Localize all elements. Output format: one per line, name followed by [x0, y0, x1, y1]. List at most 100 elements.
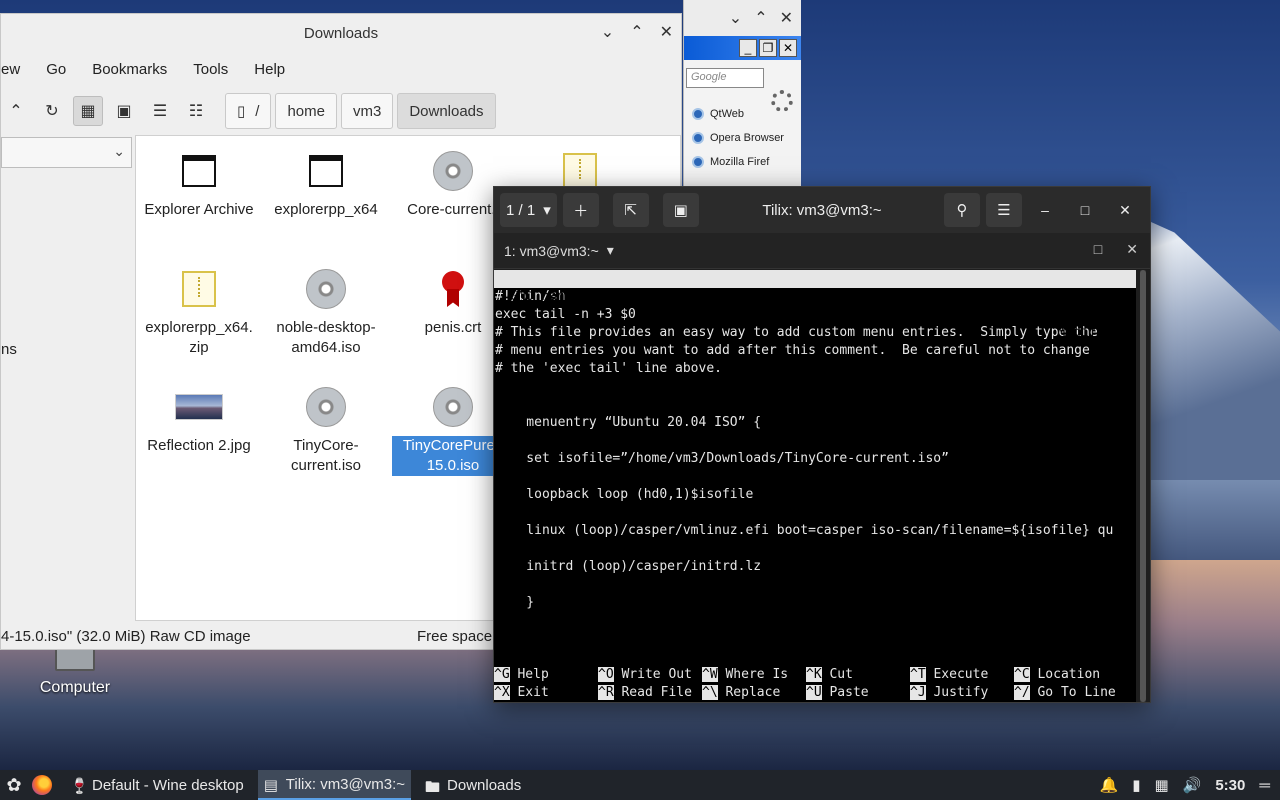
- shortcut-go-to-line[interactable]: ^/ Go To Line: [1014, 684, 1118, 702]
- wine-inner-titlebar: _ ❐ ✕: [684, 36, 801, 60]
- wine-window[interactable]: ⌄ ⌃ ✕ _ ❐ ✕ Google QtWeb Opera Browser M…: [683, 0, 801, 190]
- bookmark-item[interactable]: Opera Browser: [684, 126, 801, 150]
- tilix-window[interactable]: 1 / 1 ▾ ＋ ⇱ ▣ Tilix: vm3@vm3:~ ⚲ ☰ – □ ✕…: [493, 186, 1151, 703]
- network-icon[interactable]: ▦: [1154, 776, 1168, 794]
- firefox-icon[interactable]: [32, 775, 52, 795]
- file-item[interactable]: explorerpp_x64. zip: [138, 260, 260, 358]
- chevron-down-icon[interactable]: ⌄: [729, 8, 742, 28]
- code-line: # This file provides an easy way to add …: [495, 325, 1098, 340]
- close-icon[interactable]: ✕: [660, 22, 673, 42]
- terminal-tab[interactable]: 1: vm3@vm3:~ ▾ □ ✕: [494, 233, 1150, 269]
- code-line: menuentry “Ubuntu 20.04 ISO” {: [495, 415, 762, 430]
- task-wine-desktop[interactable]: 🍷 Default - Wine desktop: [64, 770, 250, 800]
- split-terminal-icon[interactable]: ⇱: [612, 193, 649, 227]
- minimize-icon[interactable]: –: [1028, 193, 1062, 227]
- clock[interactable]: 5:30: [1215, 777, 1245, 794]
- file-item[interactable]: Reflection 2.jpg: [138, 378, 260, 456]
- fm-title: Downloads: [303, 24, 379, 42]
- shortcut-execute[interactable]: ^T Execute: [910, 666, 1014, 684]
- close-icon[interactable]: ✕: [1108, 193, 1142, 227]
- search-icon[interactable]: ⚲: [944, 193, 980, 227]
- image-thumbnail-icon: [175, 394, 223, 420]
- code-line: linux (loop)/casper/vmlinuz.efi boot=cas…: [495, 523, 1114, 538]
- shortcut-help[interactable]: ^G Help: [494, 666, 598, 684]
- terminal-icon: ▤: [263, 777, 278, 794]
- chevron-down-icon[interactable]: ⌄: [601, 22, 614, 42]
- file-item[interactable]: explorerpp_x64: [265, 142, 387, 220]
- menu-bookmarks[interactable]: Bookmarks: [92, 61, 167, 78]
- shortcut-where-is[interactable]: ^W Where Is: [702, 666, 806, 684]
- compact-view-icon[interactable]: ☰: [145, 96, 175, 126]
- restore-icon[interactable]: ❐: [759, 39, 777, 57]
- icon-view-icon[interactable]: ▦: [73, 96, 103, 126]
- close-icon[interactable]: ✕: [779, 39, 797, 57]
- scrollbar-thumb[interactable]: [1140, 270, 1146, 702]
- bookmark-item[interactable]: Mozilla Firef: [684, 150, 801, 174]
- terminal-scrollbar[interactable]: [1140, 270, 1146, 702]
- add-terminal-icon[interactable]: ＋: [562, 193, 599, 227]
- notifications-icon[interactable]: 🔔: [1100, 776, 1119, 794]
- drive-icon: ▯: [237, 103, 246, 120]
- maximize-icon[interactable]: □: [1068, 193, 1102, 227]
- nano-header: GNU nano 7.2 /etc/grub.d/40_custom Modif…: [494, 270, 1136, 340]
- chevron-up-icon[interactable]: ⌃: [630, 22, 643, 42]
- desktop-icon-computer[interactable]: Computer: [30, 645, 120, 697]
- crumb-downloads[interactable]: Downloads: [397, 93, 496, 129]
- app-menu-icon[interactable]: ✿: [0, 770, 28, 800]
- shortcut-paste[interactable]: ^U Paste: [806, 684, 910, 702]
- task-downloads[interactable]: 🖿 Downloads: [419, 770, 527, 800]
- shortcut-cut[interactable]: ^K Cut: [806, 666, 910, 684]
- chevron-up-icon[interactable]: ⌃: [754, 8, 767, 28]
- status-selection: 4-15.0.iso" (32.0 MiB) Raw CD image: [1, 627, 251, 645]
- file-item[interactable]: TinyCore- current.iso: [265, 378, 387, 476]
- shortcut-justify[interactable]: ^J Justify: [910, 684, 1014, 702]
- globe-icon: [692, 108, 704, 120]
- file-item[interactable]: noble-desktop- amd64.iso: [265, 260, 387, 358]
- crumb-root[interactable]: ▯ /: [225, 93, 272, 129]
- code-line: # the 'exec tail' line above.: [495, 361, 722, 376]
- crumb-vm3[interactable]: vm3: [340, 93, 394, 129]
- volume-icon[interactable]: 🔊: [1183, 776, 1202, 794]
- close-icon[interactable]: ✕: [780, 8, 793, 28]
- shortcut-read-file[interactable]: ^R Read File: [598, 684, 702, 702]
- wine-search-input[interactable]: Google: [686, 68, 764, 88]
- maximize-pane-icon[interactable]: □: [1094, 241, 1102, 258]
- code-line: set isofile=”/home/vm3/Downloads/TinyCor…: [495, 451, 949, 466]
- up-icon[interactable]: ⌃: [1, 96, 31, 126]
- disc-image-icon: [306, 387, 346, 427]
- nano-buffer[interactable]: #!/bin/sh exec tail -n +3 $0 # This file…: [494, 288, 1136, 612]
- minimize-icon[interactable]: _: [739, 39, 757, 57]
- menu-go[interactable]: Go: [46, 61, 66, 78]
- menu-help[interactable]: Help: [254, 61, 285, 78]
- terminal-tab-label: 1: vm3@vm3:~: [504, 242, 599, 259]
- crumb-home[interactable]: home: [275, 93, 337, 129]
- side-pane-item[interactable]: ns: [1, 341, 17, 358]
- file-item[interactable]: Explorer Archive: [138, 142, 260, 220]
- zip-archive-icon: [182, 271, 216, 307]
- thumbnail-view-icon[interactable]: ▣: [109, 96, 139, 126]
- reload-icon[interactable]: ↻: [37, 96, 67, 126]
- tilix-headerbar: 1 / 1 ▾ ＋ ⇱ ▣ Tilix: vm3@vm3:~ ⚲ ☰ – □ ✕: [494, 187, 1150, 233]
- nano-editor[interactable]: GNU nano 7.2 /etc/grub.d/40_custom Modif…: [494, 270, 1136, 702]
- shortcut-replace[interactable]: ^\ Replace: [702, 684, 806, 702]
- shortcut-location[interactable]: ^C Location: [1014, 666, 1118, 684]
- menu-view[interactable]: ew: [1, 61, 20, 78]
- shortcut-exit[interactable]: ^X Exit: [494, 684, 598, 702]
- hamburger-menu-icon[interactable]: ☰: [986, 193, 1022, 227]
- session-switcher-button[interactable]: 1 / 1 ▾: [500, 193, 557, 227]
- folder-icon: [309, 155, 343, 187]
- show-desktop-icon[interactable]: ═: [1259, 777, 1270, 794]
- close-pane-icon[interactable]: ✕: [1126, 241, 1138, 258]
- task-tilix[interactable]: ▤ Tilix: vm3@vm3:~: [257, 770, 412, 800]
- usb-device-icon[interactable]: ▮: [1132, 776, 1140, 794]
- side-pane-selector[interactable]: ⌄: [1, 137, 132, 168]
- code-line: loopback loop (hd0,1)$isofile: [495, 487, 754, 502]
- shortcut-write-out[interactable]: ^O Write Out: [598, 666, 702, 684]
- chevron-down-icon[interactable]: ▾: [607, 242, 614, 259]
- sync-input-icon[interactable]: ▣: [662, 193, 699, 227]
- menu-tools[interactable]: Tools: [193, 61, 228, 78]
- chevron-down-icon: ⌄: [113, 143, 125, 159]
- detail-view-icon[interactable]: ☷: [181, 96, 211, 126]
